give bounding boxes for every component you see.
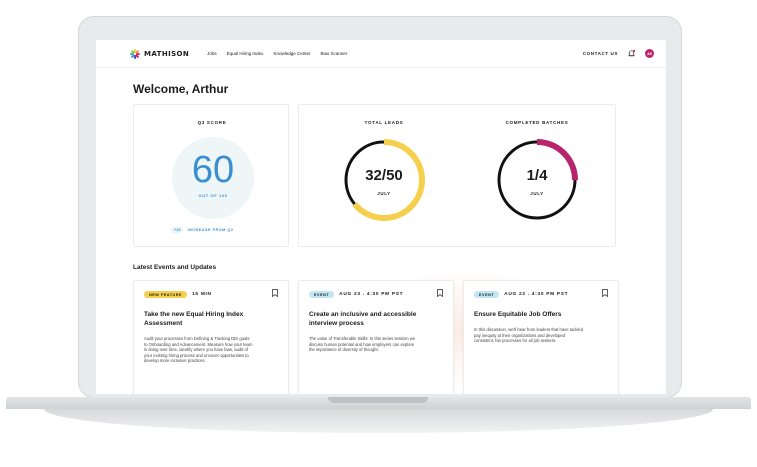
laptop-base-bottom bbox=[44, 409, 713, 433]
brand-logo[interactable]: MATHISON bbox=[130, 48, 190, 59]
nav-links: Jobs Equal Hiring Index Knowledge Center… bbox=[207, 51, 347, 56]
score-circle: 60 OUT OF 100 bbox=[172, 137, 254, 219]
event-title: Ensure Equitable Job Offers bbox=[474, 311, 562, 318]
nav-right: CONTACT US AS bbox=[583, 49, 654, 58]
event-card[interactable]: NEW FEATURE 15 MIN Take the new Equal Hi… bbox=[133, 280, 289, 394]
score-title: Q3 SCORE bbox=[197, 120, 227, 125]
event-tag: EVENT bbox=[474, 291, 500, 298]
bookmark-icon[interactable] bbox=[437, 289, 443, 297]
event-meta: AUG 22 . 4:30 PM PST bbox=[504, 292, 569, 297]
score-subtitle: OUT OF 100 bbox=[198, 193, 228, 198]
completed-batches-month: JULY bbox=[530, 191, 544, 196]
event-header: EVENT AUG 22 . 4:30 PM PST bbox=[474, 291, 568, 298]
sunburst-icon bbox=[130, 48, 140, 59]
total-leads-value: 32/50 bbox=[365, 167, 403, 184]
completed-batches-title: COMPLETED BATCHES bbox=[505, 120, 569, 125]
total-leads-ring: 32/50 JULY bbox=[341, 137, 427, 223]
event-tag: EVENT bbox=[309, 291, 335, 298]
event-meta: AUG 23 . 4:30 PM PST bbox=[339, 292, 404, 297]
nav-link-equal-hiring-index[interactable]: Equal Hiring Index bbox=[227, 51, 264, 56]
page-title: Welcome, Arthur bbox=[133, 82, 229, 96]
laptop-notch bbox=[328, 397, 428, 403]
event-card[interactable]: EVENT AUG 22 . 4:30 PM PST Ensure Equita… bbox=[463, 280, 619, 394]
score-increase: +10 INCREASE FROM Q2 bbox=[171, 227, 233, 233]
event-title: Create an inclusive and accessible inter… bbox=[309, 311, 417, 327]
total-leads-month: JULY bbox=[377, 191, 391, 196]
brand-name: MATHISON bbox=[144, 49, 190, 58]
completed-batches-value: 1/4 bbox=[526, 167, 548, 184]
event-tag: NEW FEATURE bbox=[144, 291, 188, 298]
avatar[interactable]: AS bbox=[645, 49, 654, 58]
increase-text: INCREASE FROM Q2 bbox=[187, 228, 234, 232]
event-description: In this discussion, we'll hear from lead… bbox=[474, 327, 584, 344]
score-card: Q3 SCORE 60 OUT OF 100 +10 INCREASE FROM… bbox=[133, 104, 289, 247]
score-value: 60 bbox=[191, 149, 235, 191]
bell-icon[interactable] bbox=[627, 49, 636, 58]
event-meta: 15 MIN bbox=[192, 292, 212, 297]
events-section-title: Latest Events and Updates bbox=[133, 264, 217, 271]
bookmark-icon[interactable] bbox=[272, 289, 278, 297]
event-description: The value of Transferable Skills: In thi… bbox=[309, 336, 416, 353]
total-leads-title: TOTAL LEADS bbox=[364, 120, 404, 125]
nav-link-knowledge-center[interactable]: Knowledge Center bbox=[273, 51, 310, 56]
event-header: EVENT AUG 23 . 4:30 PM PST bbox=[309, 291, 403, 298]
stats-card: TOTAL LEADS 32/50 JULY COMPLETED BATCHES… bbox=[298, 104, 616, 247]
event-card[interactable]: EVENT AUG 23 . 4:30 PM PST Create an inc… bbox=[298, 280, 454, 394]
top-nav: MATHISON Jobs Equal Hiring Index Knowled… bbox=[96, 40, 666, 68]
contact-us-link[interactable]: CONTACT US bbox=[583, 51, 618, 56]
nav-link-bias-scanner[interactable]: Bias Scanner bbox=[320, 51, 347, 56]
increase-badge: +10 bbox=[171, 227, 184, 233]
completed-batches-ring: 1/4 JULY bbox=[494, 137, 580, 223]
event-description: Audit your processes from Defining & Tra… bbox=[144, 336, 253, 364]
bookmark-icon[interactable] bbox=[602, 289, 608, 297]
event-header: NEW FEATURE 15 MIN bbox=[144, 291, 212, 298]
nav-link-jobs[interactable]: Jobs bbox=[207, 51, 217, 56]
app-screen: MATHISON Jobs Equal Hiring Index Knowled… bbox=[96, 40, 666, 394]
laptop-base bbox=[6, 397, 751, 435]
event-title: Take the new Equal Hiring Index Assessme… bbox=[144, 311, 244, 327]
